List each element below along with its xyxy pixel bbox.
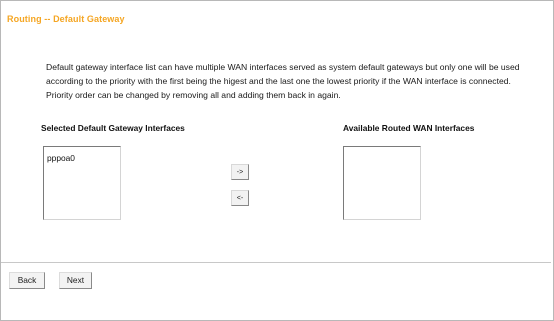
title-bar: Routing -- Default Gateway (1, 1, 551, 41)
next-button[interactable]: Next (59, 272, 92, 289)
list-item[interactable]: pppoa0 (44, 147, 120, 163)
remove-interface-button[interactable]: <- (231, 190, 249, 206)
selected-interfaces-listbox[interactable]: pppoa0 (43, 146, 121, 220)
description-text: Default gateway interface list can have … (46, 62, 520, 100)
page-title: Routing -- Default Gateway (7, 14, 125, 24)
add-interface-button[interactable]: -> (231, 164, 249, 180)
back-button[interactable]: Back (9, 272, 45, 289)
available-interfaces-listbox[interactable] (343, 146, 421, 220)
selected-interfaces-label: Selected Default Gateway Interfaces (41, 123, 185, 133)
available-interfaces-label: Available Routed WAN Interfaces (343, 123, 475, 133)
